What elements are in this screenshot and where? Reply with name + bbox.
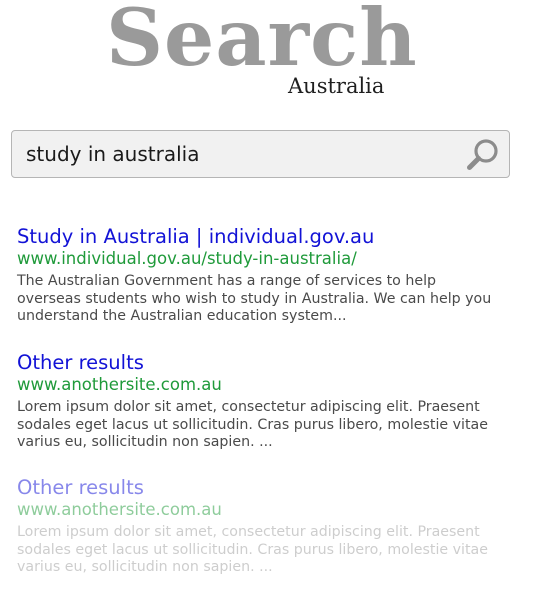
search-input[interactable]: [12, 131, 452, 177]
result-title-link[interactable]: Other results: [17, 476, 517, 499]
snippet-line: The Australian Government has a range of…: [17, 273, 437, 289]
result-snippet: Lorem ipsum dolor sit amet, consectetur …: [17, 399, 517, 452]
snippet-line: varius eu, sollicitudin non sapien. ...: [17, 559, 273, 575]
snippet-line: sodales eget lacus ut sollicitudin. Cras…: [17, 416, 488, 433]
search-bar: [11, 130, 510, 178]
result-title-link[interactable]: Study in Australia | individual.gov.au: [17, 225, 517, 248]
search-button[interactable]: [465, 137, 501, 173]
search-result: Other results www.anothersite.com.au Lor…: [17, 351, 517, 452]
result-snippet: Lorem ipsum dolor sit amet, consectetur …: [17, 524, 517, 577]
logo: Search Australia: [106, 0, 417, 104]
result-title-link[interactable]: Other results: [17, 351, 517, 374]
snippet-line: Lorem ipsum dolor sit amet, consectetur …: [17, 524, 480, 540]
result-url[interactable]: www.anothersite.com.au: [17, 499, 517, 521]
snippet-line: understand the Australian education syst…: [17, 308, 347, 324]
search-icon: [467, 139, 498, 170]
logo-wordmark: Search: [106, 0, 418, 84]
result-snippet: The Australian Government has a range of…: [17, 273, 517, 326]
logo-subtitle: Australia: [288, 74, 385, 98]
snippet-line: sodales eget lacus ut sollicitudin. Cras…: [17, 541, 488, 558]
search-result-faded: Other results www.anothersite.com.au Lor…: [17, 476, 517, 577]
snippet-line: overseas students who wish to study in A…: [17, 290, 492, 307]
snippet-line: varius eu, sollicitudin non sapien. ...: [17, 434, 273, 450]
search-result: Study in Australia | individual.gov.au w…: [17, 225, 517, 326]
snippet-line: Lorem ipsum dolor sit amet, consectetur …: [17, 399, 480, 415]
result-url[interactable]: www.individual.gov.au/study-in-australia…: [17, 248, 517, 270]
result-url[interactable]: www.anothersite.com.au: [17, 374, 517, 396]
